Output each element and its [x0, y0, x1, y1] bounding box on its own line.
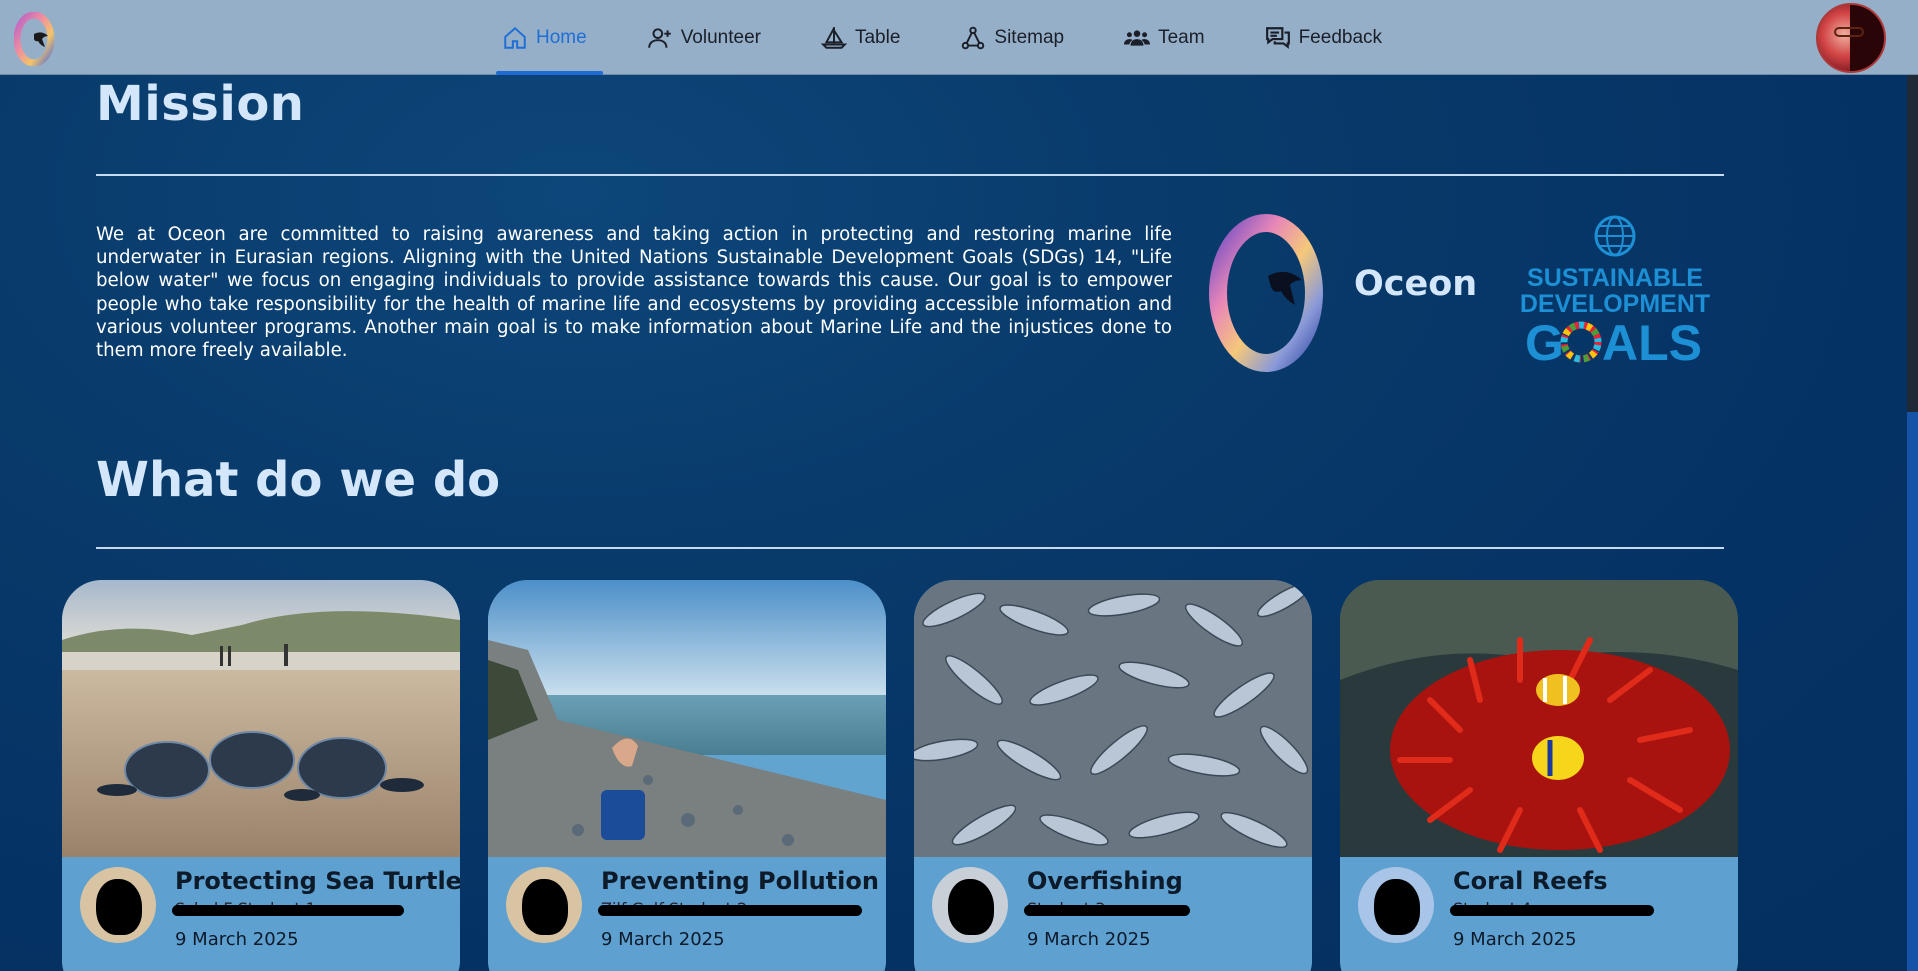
user-avatar[interactable] — [1816, 3, 1886, 73]
add-user-icon — [647, 27, 671, 48]
coral-reef-image — [1340, 580, 1738, 857]
overfishing-image — [914, 580, 1312, 857]
author-avatar — [80, 867, 156, 943]
card-title: Preventing Pollution — [601, 867, 879, 895]
page: Home Volunteer Table Sitemap Team Feedba… — [0, 0, 1918, 971]
card-title: Coral Reefs — [1453, 867, 1608, 895]
sdg-logo: SUSTAINABLE DEVELOPMENT G ALS — [1520, 215, 1710, 364]
sdg-line3b: ALS — [1602, 315, 1702, 364]
home-icon — [504, 26, 526, 49]
mission-divider — [96, 174, 1724, 176]
main-nav: Home Volunteer Table Sitemap Team Feedba… — [496, 0, 1440, 75]
card-pollution[interactable]: Preventing Pollution Zilf Golf Student 2… — [488, 580, 886, 971]
nav-table[interactable]: Table — [819, 0, 902, 75]
author-redaction — [598, 905, 862, 916]
card-sea-turtles[interactable]: Protecting Sea Turtles Schal F Student 1… — [62, 580, 460, 971]
nav-home[interactable]: Home — [496, 0, 603, 75]
card-title: Protecting Sea Turtles — [175, 867, 460, 895]
pollution-beach-image — [488, 580, 886, 857]
nav-team-label: Team — [1158, 26, 1205, 48]
team-icon — [1124, 29, 1151, 46]
sea-turtles-image — [62, 580, 460, 857]
card-date: 9 March 2025 — [1027, 929, 1151, 950]
nav-table-label: Table — [854, 26, 901, 48]
scrollbar-thumb[interactable] — [1907, 412, 1918, 971]
sdg-line1: SUSTAINABLE — [1527, 264, 1703, 292]
sdg-wheel-icon — [1560, 321, 1602, 363]
feedback-icon — [1265, 26, 1290, 49]
mission-heading: Mission — [96, 76, 305, 132]
author-redaction — [1024, 905, 1190, 916]
card-info: Coral Reefs Student 4 9 March 2025 — [1340, 857, 1738, 971]
card-info: Protecting Sea Turtles Schal F Student 1… — [62, 857, 460, 971]
card-coral-reefs[interactable]: Coral Reefs Student 4 9 March 2025 — [1340, 580, 1738, 971]
author-redaction — [1450, 905, 1654, 916]
nav-volunteer-label: Volunteer — [680, 26, 761, 48]
card-overfishing[interactable]: Overfishing Student 3 9 March 2025 — [914, 580, 1312, 971]
author-avatar — [1358, 867, 1434, 943]
nav-feedback[interactable]: Feedback — [1263, 0, 1384, 75]
nav-home-label: Home — [536, 26, 587, 48]
author-avatar — [932, 867, 1008, 943]
card-date: 9 March 2025 — [1453, 929, 1577, 950]
card-info: Overfishing Student 3 9 March 2025 — [914, 857, 1312, 971]
card-title: Overfishing — [1027, 867, 1183, 895]
brand-name: Oceon — [1354, 264, 1478, 304]
nav-team[interactable]: Team — [1122, 0, 1206, 75]
nav-feedback-label: Feedback — [1298, 26, 1383, 48]
sdg-line2: DEVELOPMENT — [1520, 290, 1710, 318]
nav-sitemap[interactable]: Sitemap — [958, 0, 1066, 75]
what-heading: What do we do — [96, 452, 501, 508]
sitemap-icon — [962, 26, 985, 49]
nav-volunteer[interactable]: Volunteer — [645, 0, 763, 75]
what-divider — [96, 547, 1724, 549]
sailboat-icon — [820, 26, 847, 49]
cards-row: Protecting Sea Turtles Schal F Student 1… — [62, 580, 1742, 971]
author-avatar — [506, 867, 582, 943]
card-info: Preventing Pollution Zilf Golf Student 2… — [488, 857, 886, 971]
oceon-logo-icon[interactable] — [14, 12, 60, 66]
card-date: 9 March 2025 — [601, 929, 725, 950]
author-redaction — [172, 905, 404, 916]
navbar: Home Volunteer Table Sitemap Team Feedba… — [0, 0, 1918, 75]
sdg-line3a: G — [1525, 315, 1564, 364]
card-date: 9 March 2025 — [175, 929, 299, 950]
nav-sitemap-label: Sitemap — [994, 26, 1065, 48]
mission-text: We at Oceon are committed to raising awa… — [96, 224, 1172, 362]
oceon-brand-logo — [1209, 214, 1323, 372]
